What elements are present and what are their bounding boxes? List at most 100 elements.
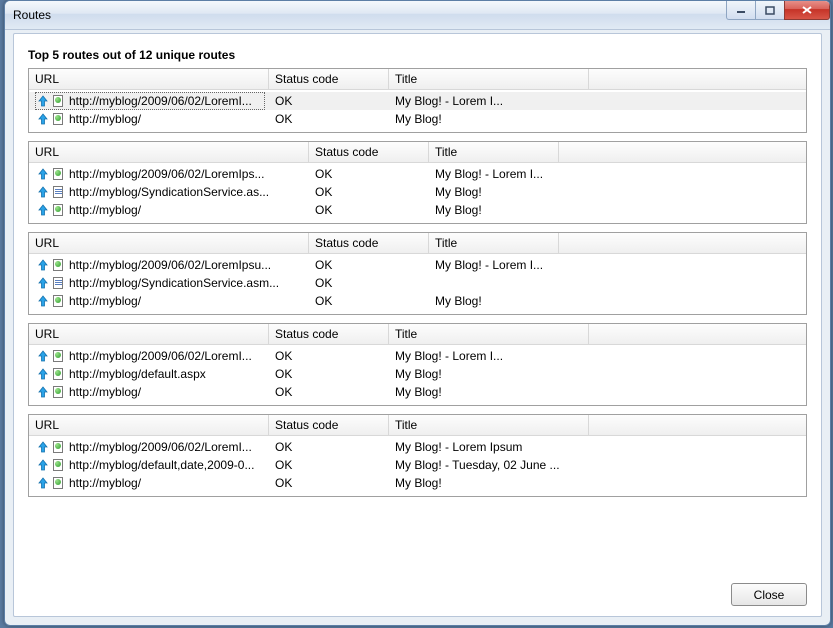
html-page-icon	[52, 476, 66, 490]
cell-spacer	[561, 201, 804, 219]
col-header-spacer	[589, 324, 806, 344]
cell-title: My Blog! - Lorem I...	[391, 347, 591, 365]
table-row[interactable]: http://myblog/2009/06/02/LoremI...OKMy B…	[29, 438, 806, 456]
table-row[interactable]: http://myblog/OKMy Blog!	[29, 110, 806, 128]
up-arrow-icon	[37, 186, 49, 198]
html-page-icon	[52, 294, 66, 308]
cell-url: http://myblog/	[31, 474, 271, 492]
table-row[interactable]: http://myblog/OKMy Blog!	[29, 383, 806, 401]
cell-url: http://myblog/	[31, 110, 271, 128]
col-header-status[interactable]: Status code	[269, 324, 389, 344]
col-header-title[interactable]: Title	[389, 324, 589, 344]
table-row[interactable]: http://myblog/SyndicationService.asm...O…	[29, 274, 806, 292]
window-title: Routes	[5, 8, 51, 22]
minimize-icon	[736, 6, 746, 14]
col-header-status[interactable]: Status code	[309, 233, 429, 253]
cell-title: My Blog!	[391, 474, 591, 492]
cell-title: My Blog! - Lorem I...	[391, 92, 591, 110]
cell-status: OK	[271, 347, 391, 365]
cell-spacer	[591, 347, 804, 365]
feed-page-icon	[52, 185, 66, 199]
col-header-title[interactable]: Title	[429, 142, 559, 162]
grid-header[interactable]: URLStatus codeTitle	[29, 324, 806, 345]
up-arrow-icon	[37, 204, 49, 216]
table-row[interactable]: http://myblog/default,date,2009-0...OKMy…	[29, 456, 806, 474]
cell-url: http://myblog/2009/06/02/LoremI...	[31, 92, 271, 110]
maximize-button[interactable]	[755, 1, 785, 20]
url-text: http://myblog/2009/06/02/LoremI...	[69, 440, 265, 454]
col-header-status[interactable]: Status code	[309, 142, 429, 162]
cell-status: OK	[311, 183, 431, 201]
col-header-url[interactable]: URL	[29, 142, 309, 162]
up-arrow-icon	[37, 95, 49, 107]
table-row[interactable]: http://myblog/2009/06/02/LoremIpsu...OKM…	[29, 256, 806, 274]
col-header-url[interactable]: URL	[29, 69, 269, 89]
grid-header[interactable]: URLStatus codeTitle	[29, 69, 806, 90]
cell-url: http://myblog/default.aspx	[31, 365, 271, 383]
close-button[interactable]: Close	[731, 583, 807, 606]
grid-rows: http://myblog/2009/06/02/LoremIpsu...OKM…	[29, 254, 806, 314]
col-header-title[interactable]: Title	[389, 415, 589, 435]
col-header-url[interactable]: URL	[29, 324, 269, 344]
up-arrow-icon	[37, 368, 49, 380]
url-text: http://myblog/	[69, 385, 265, 399]
grid-rows: http://myblog/2009/06/02/LoremI... OKMy B…	[29, 436, 806, 496]
cell-status: OK	[271, 365, 391, 383]
url-text: http://myblog/2009/06/02/LoremI...	[69, 94, 265, 108]
titlebar[interactable]: Routes	[5, 1, 830, 30]
table-row[interactable]: http://myblog/OKMy Blog!	[29, 474, 806, 492]
cell-status: OK	[311, 256, 431, 274]
cell-status: OK	[311, 274, 431, 292]
up-arrow-icon	[37, 113, 49, 125]
cell-title: My Blog!	[431, 201, 561, 219]
html-page-icon	[52, 94, 66, 108]
col-header-title[interactable]: Title	[389, 69, 589, 89]
cell-spacer	[561, 292, 804, 310]
up-arrow-icon	[37, 259, 49, 271]
route-group: URLStatus codeTitle http://myblog/2009/06…	[28, 232, 807, 315]
up-arrow-icon	[37, 441, 49, 453]
col-header-url[interactable]: URL	[29, 233, 309, 253]
cell-status: OK	[271, 110, 391, 128]
table-row[interactable]: http://myblog/default.aspxOKMy Blog!	[29, 365, 806, 383]
cell-url: http://myblog/	[31, 201, 311, 219]
up-arrow-icon	[37, 386, 49, 398]
grid-header[interactable]: URLStatus codeTitle	[29, 415, 806, 436]
table-row[interactable]: http://myblog/SyndicationService.as...OK…	[29, 183, 806, 201]
up-arrow-icon	[37, 295, 49, 307]
route-group: URLStatus codeTitle http://myblog/2009/06…	[28, 323, 807, 406]
up-arrow-icon	[37, 477, 49, 489]
table-row[interactable]: http://myblog/2009/06/02/LoremI...OKMy B…	[29, 347, 806, 365]
cell-status: OK	[271, 456, 391, 474]
grid-header[interactable]: URLStatus codeTitle	[29, 233, 806, 254]
html-page-icon	[52, 167, 66, 181]
close-window-button[interactable]	[784, 1, 830, 20]
table-row[interactable]: http://myblog/OKMy Blog!	[29, 201, 806, 219]
grid-header[interactable]: URLStatus codeTitle	[29, 142, 806, 163]
route-group: URLStatus codeTitle http://myblog/2009/06…	[28, 68, 807, 133]
cell-spacer	[561, 183, 804, 201]
col-header-status[interactable]: Status code	[269, 69, 389, 89]
cell-spacer	[591, 92, 804, 110]
cell-spacer	[591, 383, 804, 401]
route-group: URLStatus codeTitle http://myblog/2009/06…	[28, 414, 807, 497]
cell-url: http://myblog/2009/06/02/LoremIps...	[31, 165, 311, 183]
cell-title	[431, 274, 561, 292]
col-header-url[interactable]: URL	[29, 415, 269, 435]
html-page-icon	[52, 349, 66, 363]
minimize-button[interactable]	[726, 1, 756, 20]
table-row[interactable]: http://myblog/2009/06/02/LoremIps...OKMy…	[29, 165, 806, 183]
col-header-status[interactable]: Status code	[269, 415, 389, 435]
col-header-spacer	[559, 233, 806, 253]
cell-status: OK	[311, 165, 431, 183]
url-text: http://myblog/	[69, 112, 265, 126]
col-header-title[interactable]: Title	[429, 233, 559, 253]
table-row[interactable]: http://myblog/2009/06/02/LoremI...OKMy B…	[29, 92, 806, 110]
cell-spacer	[591, 438, 804, 456]
cell-url: http://myblog/	[31, 383, 271, 401]
cell-title: My Blog!	[391, 383, 591, 401]
html-page-icon	[52, 367, 66, 381]
cell-url: http://myblog/default,date,2009-0...	[31, 456, 271, 474]
table-row[interactable]: http://myblog/OKMy Blog!	[29, 292, 806, 310]
html-page-icon	[52, 458, 66, 472]
